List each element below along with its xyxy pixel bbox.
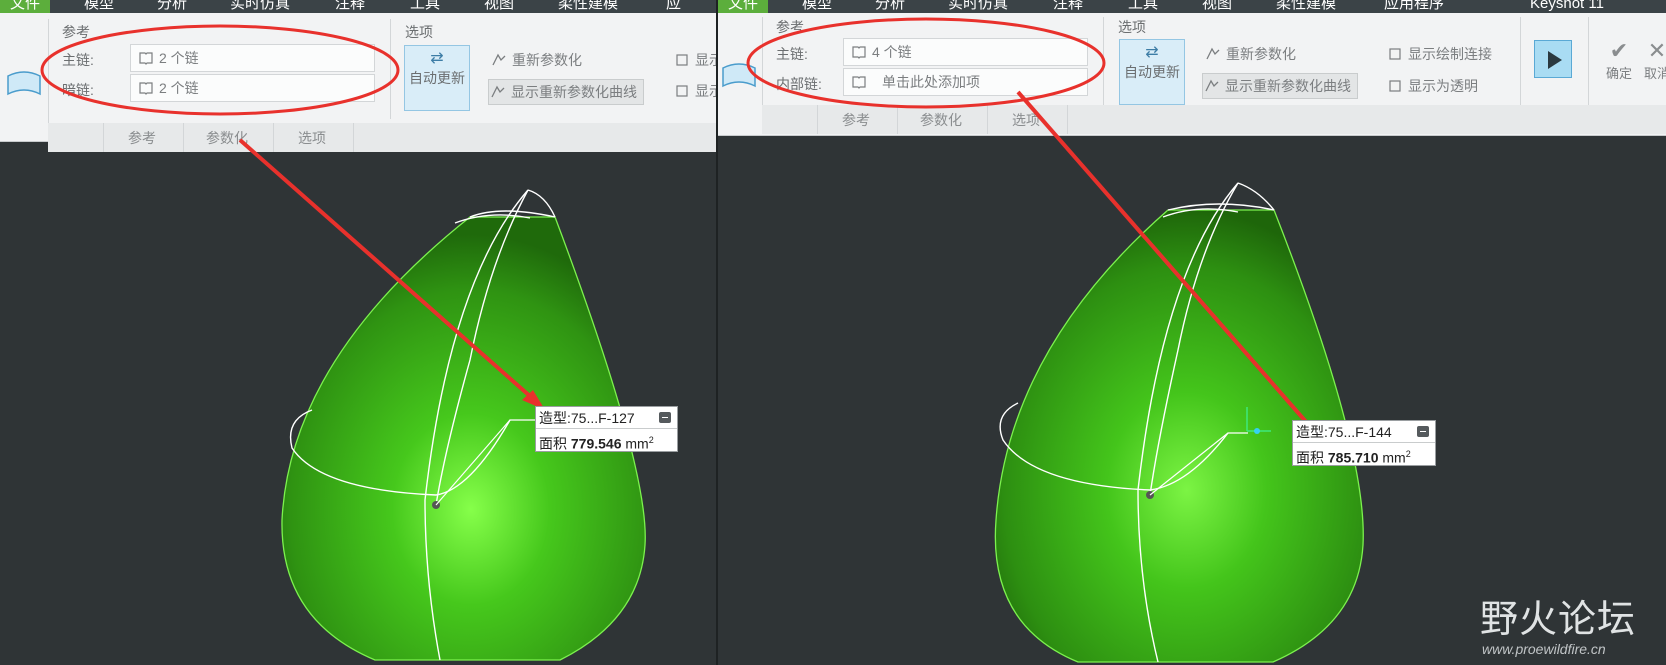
area-value: 785.710 xyxy=(1327,449,1379,466)
annotation-header: 造型:75...F-144 xyxy=(1293,421,1435,443)
forum-watermark-logo: 野火论坛 xyxy=(1480,597,1637,641)
annotation-header: 造型:75...F-127 xyxy=(536,407,677,429)
red-highlight-ellipse xyxy=(746,17,1106,109)
area-label: 面积 xyxy=(1296,449,1324,466)
area-annotation[interactable]: 造型:75...F-144 面积 785.710 mm2 xyxy=(1292,420,1436,466)
annotation-title: 造型:75...F-144 xyxy=(1296,424,1392,440)
app-root: 文件 模型 分析 实时仿真 注释 工具 视图 柔性建模 应 参考 主链: 2 个… xyxy=(0,0,1666,665)
annotation-body: 面积 785.710 mm2 xyxy=(1293,443,1435,466)
annotation-body: 面积 779.546 mm2 xyxy=(536,429,677,452)
right-viewport[interactable] xyxy=(718,0,1666,665)
left-viewport[interactable] xyxy=(0,0,718,665)
forum-watermark-url: www.proewildfire.cn xyxy=(1482,641,1606,657)
minimize-icon[interactable] xyxy=(659,412,671,423)
minimize-icon[interactable] xyxy=(1417,426,1429,437)
area-unit: mm xyxy=(1382,449,1406,466)
area-annotation[interactable]: 造型:75...F-127 面积 779.546 mm2 xyxy=(535,406,678,452)
area-value: 779.546 xyxy=(570,435,622,452)
axis-origin-point xyxy=(1254,428,1260,434)
area-label: 面积 xyxy=(539,435,567,452)
red-highlight-ellipse xyxy=(40,24,400,116)
area-unit: mm xyxy=(625,435,649,452)
area-unit-exponent: 2 xyxy=(648,435,654,445)
area-unit-exponent: 2 xyxy=(1405,449,1411,459)
boundary-curve xyxy=(1237,182,1275,211)
right-pane: 文件 模型 分析 实时仿真 注释 工具 视图 柔性建模 应用程序 Keyshot… xyxy=(718,0,1666,665)
left-pane: 文件 模型 分析 实时仿真 注释 工具 视图 柔性建模 应 参考 主链: 2 个… xyxy=(0,0,718,665)
annotation-title: 造型:75...F-127 xyxy=(539,410,635,426)
